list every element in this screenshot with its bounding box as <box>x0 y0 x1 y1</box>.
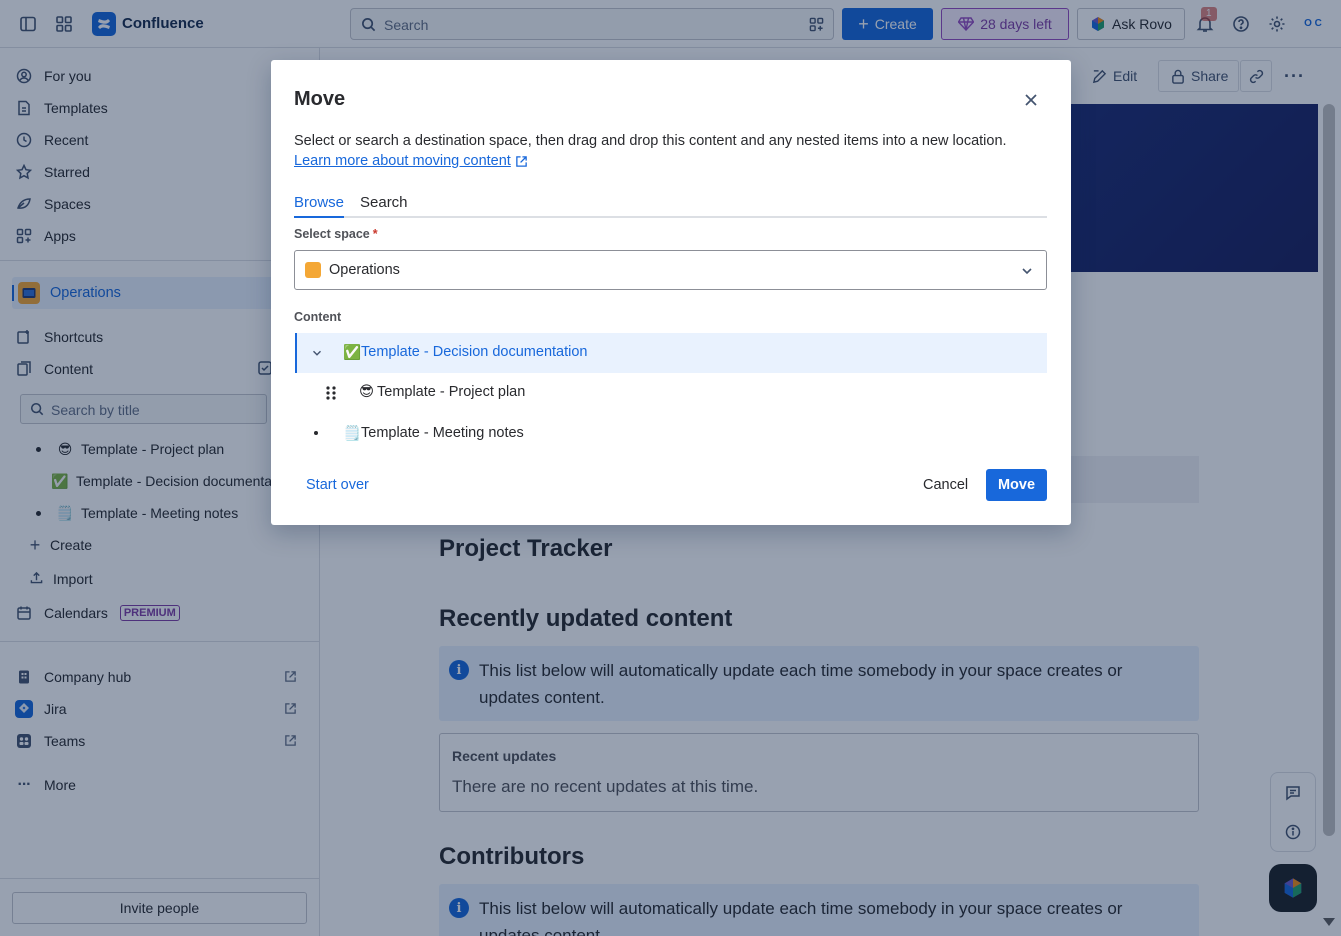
dialog-title: Move <box>294 88 346 110</box>
tree-row-label: Template - Decision documentation <box>361 344 588 360</box>
move-dialog: Move Select or search a destination spac… <box>271 60 1071 525</box>
start-over-button[interactable]: Start over <box>294 469 381 501</box>
move-button[interactable]: Move <box>986 469 1047 501</box>
external-link-icon <box>516 155 527 167</box>
tree-row-meeting-notes[interactable]: 🗒️ Template - Meeting notes <box>295 414 1047 454</box>
tree-row-decision-documentation[interactable]: ✅ Template - Decision documentation <box>295 333 1047 373</box>
required-marker: * <box>372 227 378 241</box>
learn-more-link[interactable]: Learn more about moving content <box>294 151 528 171</box>
learn-more-label: Learn more about moving content <box>294 153 511 169</box>
cancel-button[interactable]: Cancel <box>911 469 980 501</box>
space-avatar-icon <box>305 262 321 278</box>
tree-row-emoji: ✅ <box>343 345 362 361</box>
space-select[interactable]: Operations <box>294 250 1047 290</box>
chevron-down-icon <box>1022 268 1032 275</box>
tree-row-label: Template - Project plan <box>377 384 526 400</box>
bullet <box>314 431 318 435</box>
close-icon[interactable] <box>1019 88 1043 112</box>
tab-search[interactable]: Search <box>360 194 408 211</box>
tree-row-label: Template - Meeting notes <box>361 425 524 441</box>
drag-handle-icon[interactable] <box>325 385 337 401</box>
chevron-down-icon[interactable] <box>310 346 324 360</box>
select-space-label: Select space * <box>294 227 378 241</box>
dialog-tabs: Browse Search <box>294 192 1047 218</box>
dialog-description: Select or search a destination space, th… <box>294 133 1007 149</box>
tree-row-project-plan[interactable]: 😎 Template - Project plan <box>295 373 1047 413</box>
tree-row-emoji: 🗒️ <box>343 426 362 442</box>
content-label: Content <box>294 310 342 324</box>
selected-space: Operations <box>329 262 400 278</box>
tab-browse[interactable]: Browse <box>294 194 345 218</box>
select-space-label-text: Select space <box>294 227 370 241</box>
tree-row-emoji: 😎 <box>359 384 375 400</box>
